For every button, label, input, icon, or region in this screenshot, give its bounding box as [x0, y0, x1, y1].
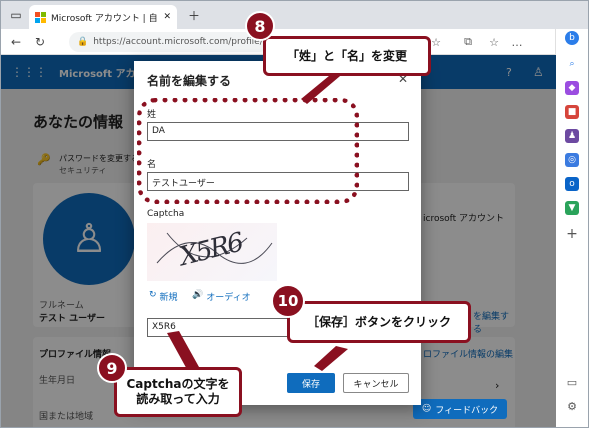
callout-step8: 「姓」と「名」を変更 [263, 36, 431, 76]
callout-step10-text: ［保存］ボタンをクリック [306, 314, 451, 329]
step10-badge: 10 [271, 284, 305, 318]
callout-step9-line1: Captchaの文字を [126, 377, 230, 391]
callout-step10: ［保存］ボタンをクリック [287, 301, 471, 343]
step8-badge: 8 [245, 11, 275, 41]
step9-badge: 9 [97, 353, 127, 383]
callout-step8-text: 「姓」と「名」を変更 [286, 48, 407, 63]
callout-step9: Captchaの文字を 読み取って入力 [114, 367, 242, 417]
browser-window: ▭ Microsoft アカウント | 自分のプロフィール ✕ ＋ ← ↻ 🔒 … [0, 0, 589, 428]
arrow-step10 [314, 346, 348, 371]
callout-step9-line2: 読み取って入力 [136, 392, 220, 406]
